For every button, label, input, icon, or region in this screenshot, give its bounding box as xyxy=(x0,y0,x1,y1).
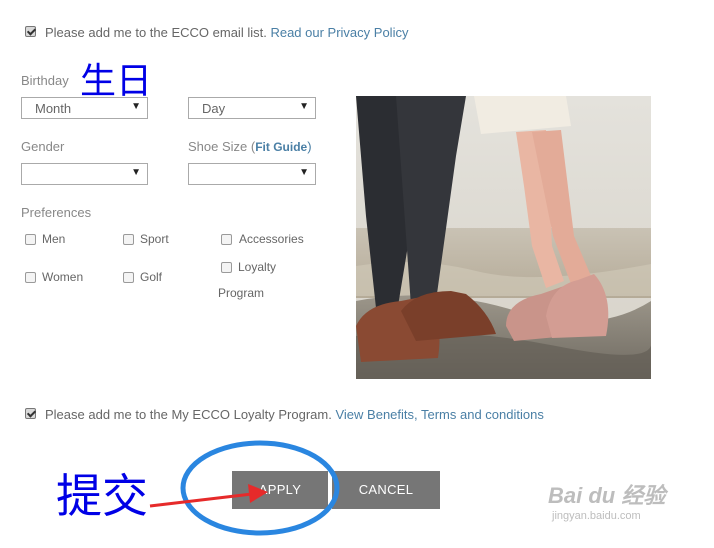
arrow-shaft xyxy=(149,492,253,508)
annotation-overlay xyxy=(149,440,340,536)
watermark-brand: Bai du 经验 xyxy=(548,483,666,508)
watermark-url: jingyan.baidu.com xyxy=(552,510,641,522)
arrow-head-icon xyxy=(248,484,268,503)
baidu-watermark: Bai du 经验 jingyan.baidu.com xyxy=(548,478,665,522)
highlight-circle xyxy=(180,440,340,536)
